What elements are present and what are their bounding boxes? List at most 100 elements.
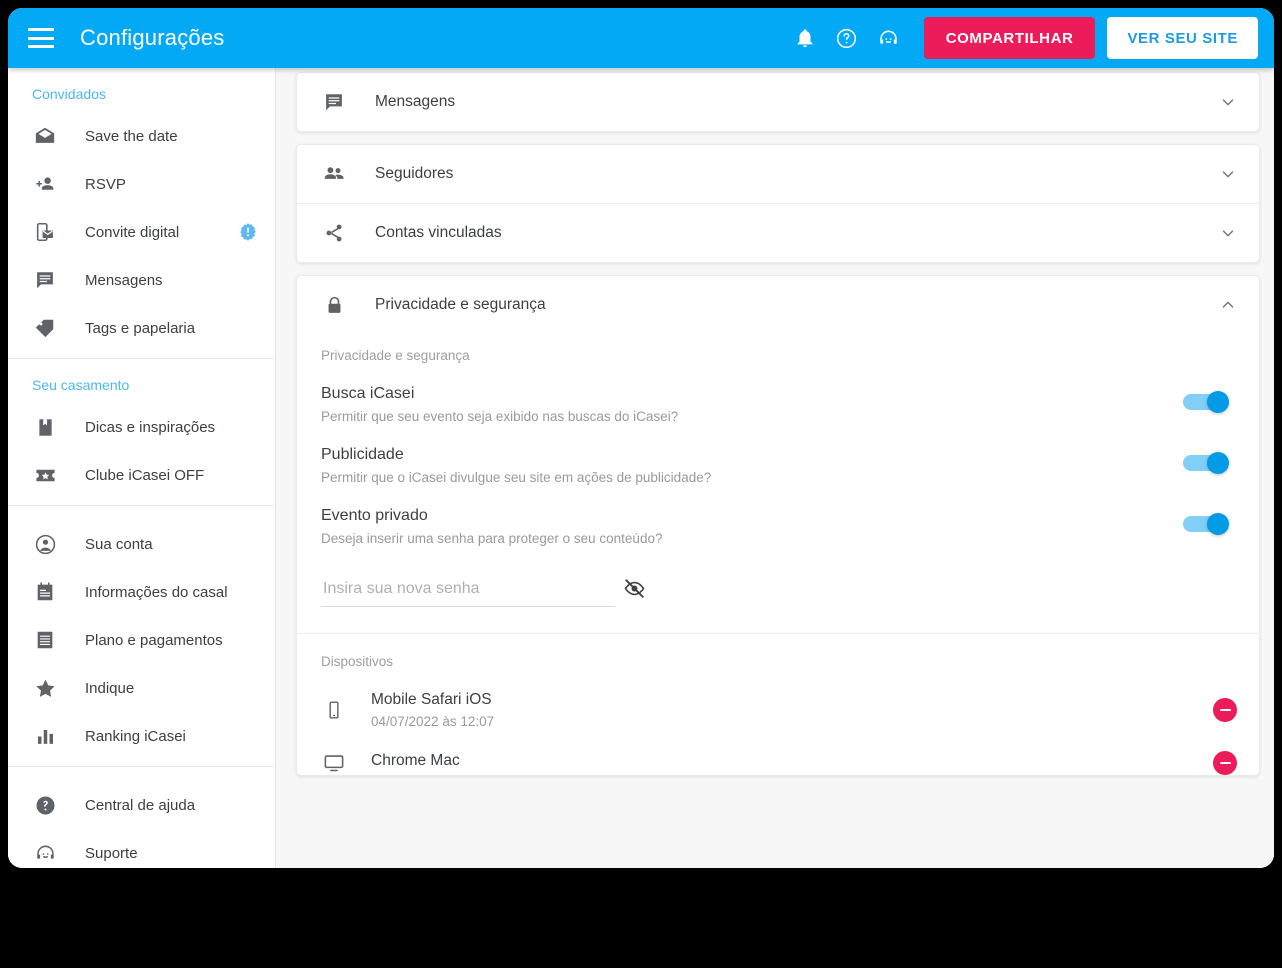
accordion-header-privacidade-e-seguranca[interactable]: Privacidade e segurança [297,276,1259,334]
section-card-privacidade-e-seguranca[interactable]: Privacidade e segurança Privacidade e se… [296,275,1260,776]
option-texts: Evento privado Deseja inserir uma senha … [321,507,1183,546]
option-description: Permitir que seu evento seja exibido nas… [321,409,679,424]
calendar-note-icon [32,579,58,605]
sidebar-item-label: Save the date [85,127,178,145]
message-icon [321,89,347,115]
chevron-down-icon[interactable] [1219,93,1237,111]
sidebar: Convidados Save the date RSVP Convite di… [8,68,276,868]
accordion-header-seguidores[interactable]: Seguidores [297,145,1259,203]
password-row [321,546,1235,633]
eye-off-icon[interactable] [623,577,646,606]
toggle-evento-privado[interactable] [1183,513,1233,535]
sidebar-item-tags-e-papelaria[interactable]: Tags e papelaria [8,304,275,352]
receipt-icon [32,627,58,653]
sidebar-item-label: Tags e papelaria [85,319,196,337]
remove-circle-icon[interactable] [1213,698,1237,722]
hamburger-menu-icon[interactable] [28,28,54,48]
minus-bar [1219,708,1231,712]
sidebar-item-sua-conta[interactable]: Sua conta [8,520,275,568]
alert-badge-icon [237,221,259,243]
sidebar-item-ranking-icasei[interactable]: Ranking iCasei [8,712,275,760]
ticket-star-icon [32,462,58,488]
toggle-thumb [1207,452,1229,474]
option-texts: Busca iCasei Permitir que seu evento sej… [321,385,1183,424]
minus-bar [1219,761,1231,765]
sidebar-item-rsvp[interactable]: RSVP [8,160,275,208]
sidebar-item-label: Central de ajuda [85,796,196,814]
sidebar-group-title-convidados: Convidados [32,86,106,102]
option-name: Busca iCasei [321,385,415,402]
privacy-panel-body: Privacidade e segurança Busca iCasei Per… [297,334,1259,633]
sidebar-item-suporte[interactable]: Suporte [8,829,275,868]
section-card-group-social[interactable]: Seguidores Contas vinculadas [296,144,1260,263]
device-name: Chrome Mac [371,751,460,769]
toggle-publicidade[interactable] [1183,452,1233,474]
sidebar-item-central-de-ajuda[interactable]: Central de ajuda [8,781,275,829]
sidebar-item-label: Dicas e inspirações [85,418,216,436]
section-card-mensagens[interactable]: Mensagens [296,72,1260,132]
sidebar-item-informacoes-do-casal[interactable]: Informações do casal [8,568,275,616]
chevron-down-icon[interactable] [1219,224,1237,242]
top-app-bar: Configurações COMPARTILHAR VER SEU SITE [8,8,1274,68]
sidebar-item-label: Mensagens [85,271,163,289]
sidebar-item-convite-digital[interactable]: Convite digital [8,208,275,256]
sidebar-item-label: Convite digital [85,223,180,241]
sidebar-item-label: Ranking iCasei [85,727,186,745]
view-site-button[interactable]: VER SEU SITE [1107,17,1258,59]
sidebar-item-label: Clube iCasei OFF [85,466,205,484]
toggle-busca-icasei[interactable] [1183,391,1233,413]
sidebar-item-save-the-date[interactable]: Save the date [8,112,275,160]
sidebar-scroll-area[interactable]: Convidados Save the date RSVP Convite di… [8,68,275,868]
sidebar-item-dicas-e-inspiracoes[interactable]: Dicas e inspirações [8,403,275,451]
sidebar-item-label: Suporte [85,844,138,862]
share-button[interactable]: COMPARTILHAR [923,17,1096,59]
toggle-thumb [1207,513,1229,535]
sidebar-item-label: Indique [85,679,135,697]
sidebar-item-mensagens[interactable]: Mensagens [8,256,275,304]
device-name: Mobile Safari iOS [371,691,492,708]
toggle-thumb [1207,391,1229,413]
accordion-header-mensagens[interactable]: Mensagens [297,73,1259,131]
smartphone-icon [321,700,347,720]
mail-open-icon [32,123,58,149]
new-password-input[interactable] [321,576,615,607]
option-name: Publicidade [321,446,404,463]
accordion-title: Contas vinculadas [375,224,502,241]
accordion-title: Seguidores [375,165,454,182]
sidebar-item-label: Sua conta [85,535,153,553]
account-circle-icon [32,531,58,557]
help-circle-icon[interactable] [826,17,868,59]
sidebar-item-indique[interactable]: Indique [8,664,275,712]
privacy-subtitle: Privacidade e segurança [321,348,470,363]
body-split: Convidados Save the date RSVP Convite di… [8,68,1274,868]
privacy-option-busca-icasei: Busca iCasei Permitir que seu evento sej… [321,363,1235,424]
support-agent-icon[interactable] [868,17,910,59]
people-icon [321,161,347,187]
lock-icon [321,292,347,318]
sidebar-group-title-seu-casamento: Seu casamento [32,377,130,393]
chevron-up-icon[interactable] [1219,296,1237,314]
person-add-icon [32,171,58,197]
sidebar-item-clube-icasei-off[interactable]: Clube iCasei OFF [8,451,275,499]
device-row[interactable]: Mobile Safari iOS 04/07/2022 às 12:07 [297,669,1259,729]
accordion-title: Mensagens [375,93,456,110]
sidebar-item-plano-e-pagamentos[interactable]: Plano e pagamentos [8,616,275,664]
chevron-down-icon[interactable] [1219,165,1237,183]
option-description: Permitir que o iCasei divulgue seu site … [321,470,712,485]
device-texts: Mobile Safari iOS 04/07/2022 às 12:07 [371,691,1213,729]
app-window: Configurações COMPARTILHAR VER SEU SITE … [8,8,1274,868]
accordion-title: Privacidade e segurança [375,296,546,313]
main-content: Mensagens Seguidores Contas vinculadas P… [276,68,1274,868]
accordion-header-contas-vinculadas[interactable]: Contas vinculadas [297,204,1259,262]
device-row[interactable]: Chrome Mac [297,729,1259,775]
sidebar-item-label: Plano e pagamentos [85,631,223,649]
bell-icon[interactable] [784,17,826,59]
message-icon [32,267,58,293]
option-texts: Publicidade Permitir que o iCasei divulg… [321,446,1183,485]
main-scroll-area[interactable]: Mensagens Seguidores Contas vinculadas P… [296,68,1260,776]
option-name: Evento privado [321,507,428,524]
remove-circle-icon[interactable] [1213,751,1237,775]
devices-section-title: Dispositivos [321,654,394,669]
page-title: Configurações [80,25,225,50]
sidebar-item-label: RSVP [85,175,126,193]
